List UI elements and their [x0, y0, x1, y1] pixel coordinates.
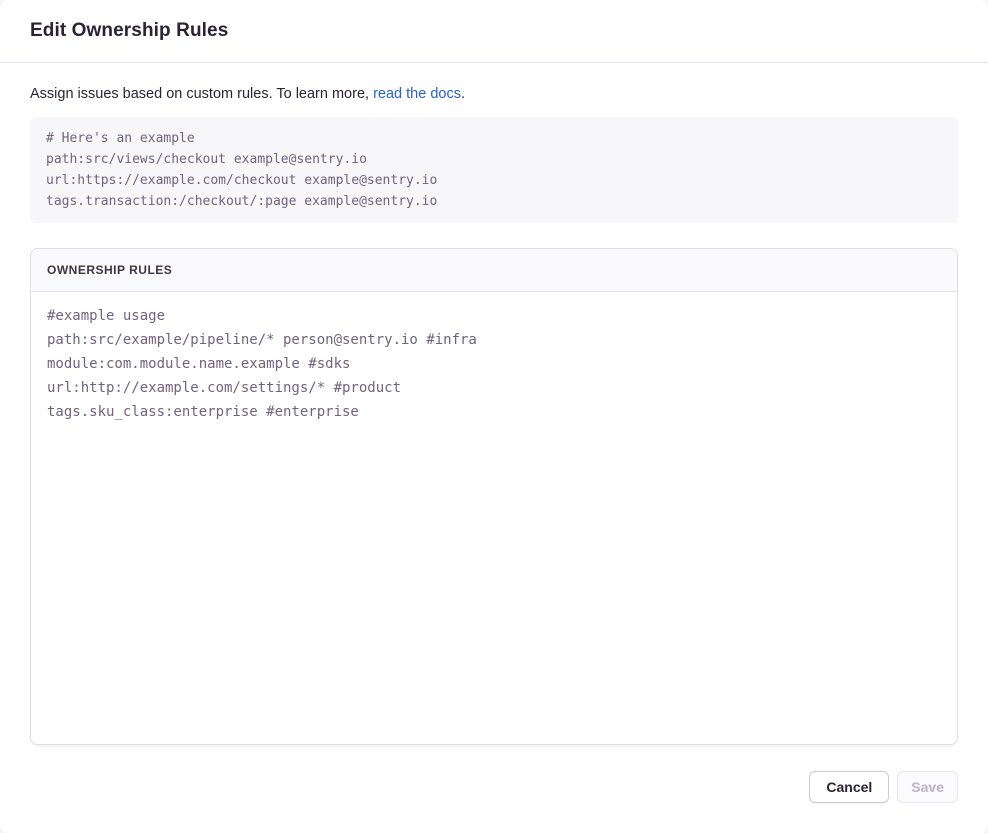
ownership-rules-panel: OWNERSHIP RULES #example usage path:src/…: [30, 248, 958, 745]
edit-ownership-rules-modal: Edit Ownership Rules Assign issues based…: [0, 0, 988, 833]
description-after-link: .: [461, 86, 465, 102]
description-text: Assign issues based on custom rules. To …: [30, 85, 958, 103]
modal-title: Edit Ownership Rules: [30, 20, 958, 42]
modal-body: Assign issues based on custom rules. To …: [0, 63, 988, 745]
cancel-button[interactable]: Cancel: [809, 771, 889, 803]
read-the-docs-link[interactable]: read the docs: [373, 86, 461, 102]
ownership-rules-panel-header: OWNERSHIP RULES: [31, 249, 957, 292]
modal-footer: Cancel Save: [0, 745, 988, 833]
ownership-rules-textarea[interactable]: #example usage path:src/example/pipeline…: [31, 292, 957, 744]
example-rules-block: # Here's an example path:src/views/check…: [30, 117, 958, 223]
description-before-link: Assign issues based on custom rules. To …: [30, 86, 373, 102]
save-button[interactable]: Save: [897, 771, 958, 803]
modal-header: Edit Ownership Rules: [0, 0, 988, 63]
